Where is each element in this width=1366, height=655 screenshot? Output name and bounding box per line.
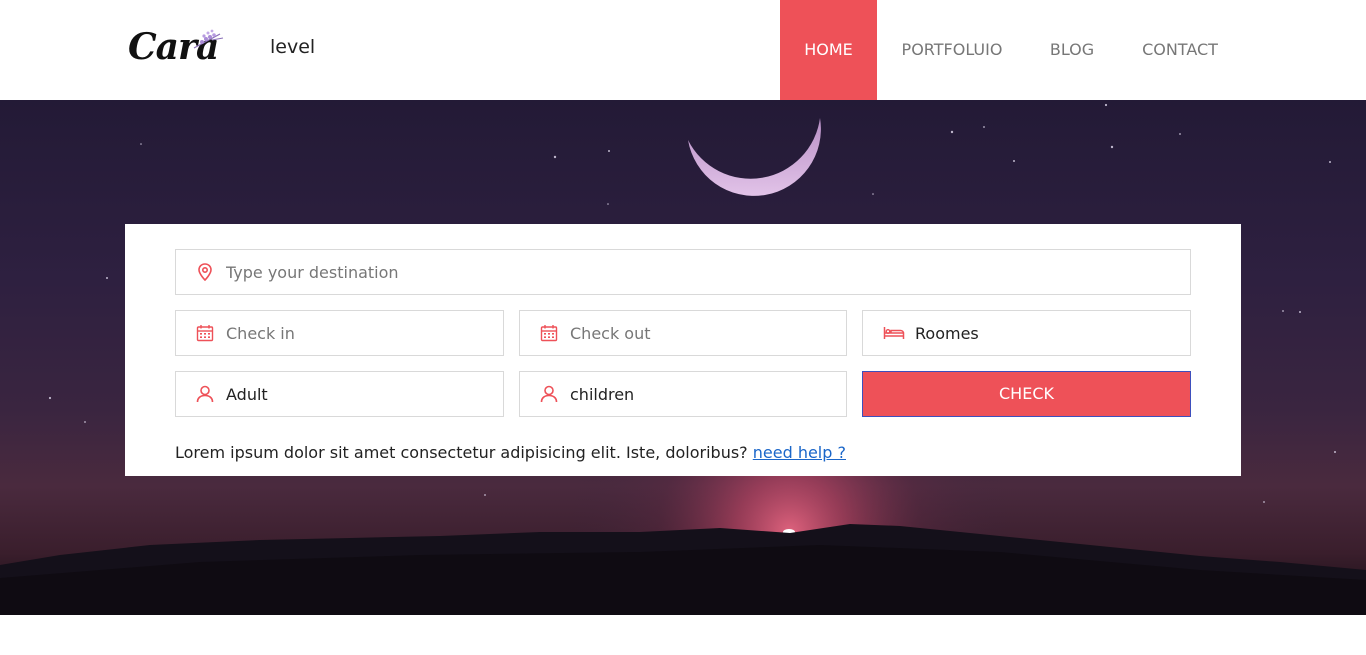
checkout-field[interactable]: [519, 310, 847, 356]
map-pin-icon: [196, 263, 214, 281]
moon-crescent: [688, 118, 821, 196]
checkout-input[interactable]: [570, 323, 846, 343]
destination-field[interactable]: [175, 249, 1191, 295]
brand-subtitle: level: [270, 36, 316, 58]
adult-value: Adult: [226, 384, 268, 404]
check-button[interactable]: CHECK: [862, 371, 1191, 417]
site-header: Cara level HOME PORTFOLUIO BLOG CONTACT: [0, 0, 1366, 102]
rooms-select[interactable]: Roomes: [862, 310, 1191, 356]
need-help-link[interactable]: need help ?: [753, 443, 846, 462]
lavender-sprig-icon: [193, 29, 224, 49]
calendar-icon: [540, 324, 558, 342]
rooms-value: Roomes: [915, 323, 979, 343]
nav-contact[interactable]: CONTACT: [1128, 0, 1232, 100]
note-text: Lorem ipsum dolor sit amet consectetur a…: [175, 443, 753, 462]
calendar-icon: [196, 324, 214, 342]
user-icon: [196, 385, 214, 403]
user-icon: [540, 385, 558, 403]
nav-home[interactable]: HOME: [780, 0, 877, 102]
nav-portfolio[interactable]: PORTFOLUIO: [887, 0, 1017, 100]
booking-note: Lorem ipsum dolor sit amet consectetur a…: [175, 443, 846, 462]
adult-select[interactable]: Adult: [175, 371, 504, 417]
bed-icon: [883, 324, 905, 342]
checkin-field[interactable]: [175, 310, 504, 356]
logo[interactable]: Cara: [128, 26, 228, 70]
destination-input[interactable]: [226, 262, 1139, 282]
children-select[interactable]: children: [519, 371, 847, 417]
nav-blog[interactable]: BLOG: [1036, 0, 1108, 100]
children-value: children: [570, 384, 635, 404]
checkin-input[interactable]: [226, 323, 503, 343]
